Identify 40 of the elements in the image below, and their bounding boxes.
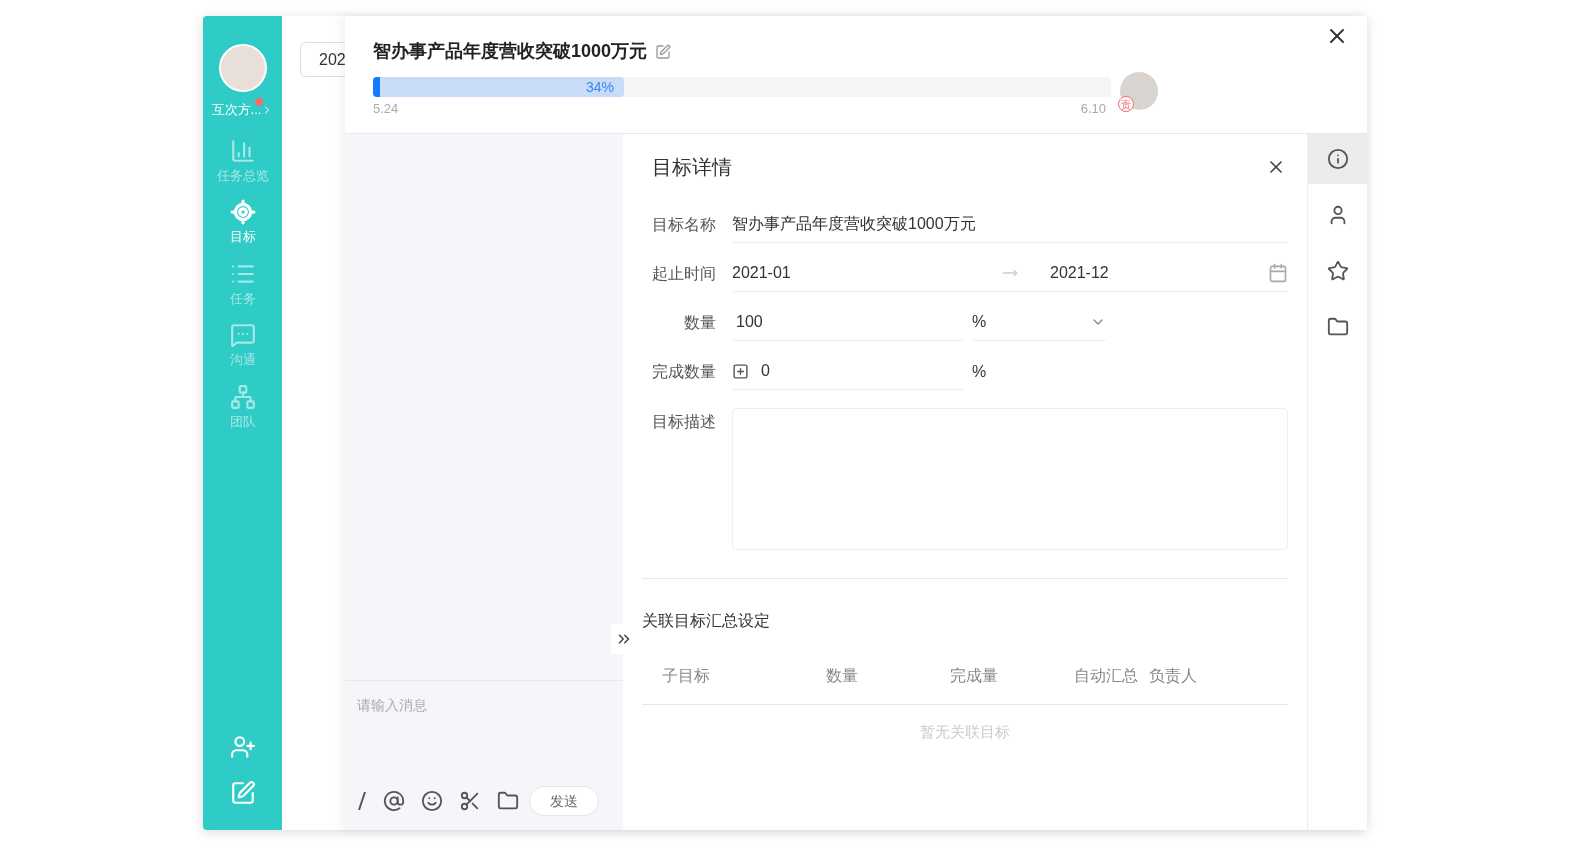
- progress-reading: 34%: [585, 77, 614, 97]
- field-label: 起止时间: [651, 263, 717, 284]
- column-header: 子目标: [661, 665, 711, 686]
- goal-title: 智办事产品年度营收突破1000万元: [373, 40, 648, 63]
- unit-select[interactable]: %: [972, 304, 1106, 341]
- edit-icon[interactable]: [655, 43, 672, 60]
- goal-icon: [229, 199, 256, 225]
- field-label: 目标描述: [651, 412, 717, 432]
- section-title: 关联目标汇总设定: [642, 611, 771, 631]
- completed-field[interactable]: 0: [761, 359, 770, 383]
- column-header: 数量: [826, 665, 859, 686]
- slash-icon[interactable]: [357, 790, 367, 812]
- unit-text: %: [972, 361, 987, 382]
- field-label: 数量: [683, 312, 717, 333]
- column-header: 负责人: [1149, 665, 1198, 686]
- smile-icon[interactable]: [421, 790, 443, 812]
- folder-icon[interactable]: [497, 790, 519, 812]
- overview-icon: [229, 137, 256, 164]
- message-input[interactable]: 请输入消息: [357, 695, 577, 716]
- at-icon[interactable]: [383, 790, 405, 812]
- info-tab[interactable]: [1308, 134, 1367, 184]
- folder-icon: [1326, 316, 1349, 338]
- column-header: 自动汇总: [1074, 665, 1139, 686]
- info-icon: [1326, 148, 1349, 170]
- name-field[interactable]: 智办事产品年度营收突破1000万元: [732, 206, 1288, 243]
- field-label: 目标名称: [651, 214, 717, 235]
- start-date: 5.24: [373, 100, 399, 118]
- end-date: 6.10: [1080, 100, 1106, 118]
- quantity-field[interactable]: 100: [732, 304, 964, 341]
- team-icon: [229, 383, 256, 410]
- column-header: 完成量: [950, 665, 999, 686]
- field-label: 完成数量: [651, 361, 717, 382]
- chat-icon: [229, 322, 256, 348]
- panel-title: 目标详情: [652, 155, 732, 180]
- star-icon: [1326, 260, 1349, 282]
- scissors-icon[interactable]: [459, 790, 481, 812]
- date-range-field[interactable]: 2021-01 2021-12: [732, 255, 1288, 292]
- send-button[interactable]: 发送: [529, 786, 599, 816]
- add-icon[interactable]: [732, 362, 749, 380]
- owner-badge: 责: [1118, 96, 1134, 112]
